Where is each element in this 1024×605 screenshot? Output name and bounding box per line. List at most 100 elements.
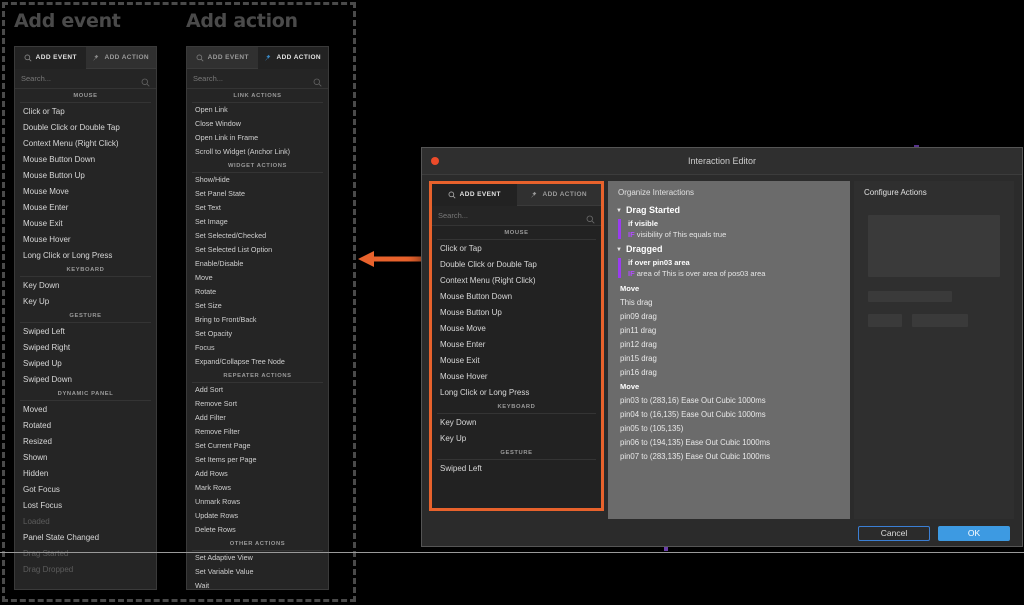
action-list-item[interactable]: Set Selected/Checked	[187, 229, 328, 243]
action-row[interactable]: pin15 drag	[614, 351, 850, 365]
tab-add-event[interactable]: ADD EVENT	[15, 47, 86, 69]
action-row[interactable]: pin05 to (105,135)	[614, 421, 850, 435]
action-list-item[interactable]: Wait	[187, 579, 328, 589]
action-list-item[interactable]: Set Adaptive View	[187, 551, 328, 565]
dialog-tab-add-action[interactable]: ADD ACTION	[516, 184, 601, 206]
action-list-item[interactable]: Show/Hide	[187, 173, 328, 187]
action-row[interactable]: pin07 to (283,135) Ease Out Cubic 1000ms	[614, 449, 850, 463]
action-list-item[interactable]: Enable/Disable	[187, 257, 328, 271]
chevron-down-icon[interactable]: ▼	[616, 208, 622, 214]
action-list-item[interactable]: Update Rows	[187, 509, 328, 523]
dialog-tab-add-event[interactable]: ADD EVENT	[432, 184, 517, 206]
dialog-event-list-item[interactable]: Mouse Exit	[432, 352, 601, 368]
tab-add-action[interactable]: ADD ACTION	[257, 47, 328, 69]
event-list-item[interactable]: Got Focus	[15, 481, 156, 497]
action-list-item[interactable]: Add Filter	[187, 411, 328, 425]
search-input[interactable]	[193, 74, 313, 83]
action-row[interactable]: pin16 drag	[614, 365, 850, 379]
event-list-item[interactable]: Swiped Up	[15, 355, 156, 371]
search-input[interactable]	[21, 74, 141, 83]
action-list-item[interactable]: Rotate	[187, 285, 328, 299]
event-list-item[interactable]: Mouse Exit	[15, 215, 156, 231]
event-list-item[interactable]: Moved	[15, 401, 156, 417]
event-list-item[interactable]: Hidden	[15, 465, 156, 481]
dialog-event-list-item[interactable]: Long Click or Long Press	[432, 384, 601, 400]
action-list-item[interactable]: Set Variable Value	[187, 565, 328, 579]
action-list-item[interactable]: Set Selected List Option	[187, 243, 328, 257]
event-list-item[interactable]: Mouse Move	[15, 183, 156, 199]
action-list-item[interactable]: Move	[187, 271, 328, 285]
event-list-item[interactable]: Swiped Right	[15, 339, 156, 355]
dialog-event-list-item[interactable]: Mouse Move	[432, 320, 601, 336]
action-list-item[interactable]: Set Size	[187, 299, 328, 313]
action-list-item[interactable]: Remove Sort	[187, 397, 328, 411]
action-list-item[interactable]: Expand/Collapse Tree Node	[187, 355, 328, 369]
action-row[interactable]: pin11 drag	[614, 323, 850, 337]
action-list-item[interactable]: Set Items per Page	[187, 453, 328, 467]
action-list-item[interactable]: Close Window	[187, 117, 328, 131]
action-list-item[interactable]: Delete Rows	[187, 523, 328, 537]
chevron-down-icon[interactable]: ▼	[616, 247, 622, 253]
event-list-item[interactable]: Mouse Button Down	[15, 151, 156, 167]
event-list-item[interactable]: Key Down	[15, 277, 156, 293]
action-list-item[interactable]: Open Link in Frame	[187, 131, 328, 145]
dialog-event-list-item[interactable]: Key Up	[432, 430, 601, 446]
event-list-item[interactable]: Key Up	[15, 293, 156, 309]
dialog-event-list-item[interactable]: Swiped Left	[432, 460, 601, 476]
action-list-item[interactable]: Set Image	[187, 215, 328, 229]
dialog-event-list-item[interactable]: Mouse Enter	[432, 336, 601, 352]
event-list-item[interactable]: Context Menu (Right Click)	[15, 135, 156, 151]
dialog-event-list-item[interactable]: Mouse Button Down	[432, 288, 601, 304]
dialog-event-list-item[interactable]: Mouse Button Up	[432, 304, 601, 320]
ok-button[interactable]: OK	[938, 525, 1010, 541]
cancel-button[interactable]: Cancel	[858, 525, 930, 541]
action-list-item[interactable]: Open Link	[187, 103, 328, 117]
condition-block[interactable]: if visible IF visibility of This equals t…	[618, 218, 850, 240]
action-row[interactable]: pin09 drag	[614, 309, 850, 323]
dialog-event-list-item[interactable]: Key Down	[432, 414, 601, 430]
dialog-event-list-item[interactable]: Click or Tap	[432, 240, 601, 256]
action-list-item[interactable]: Set Current Page	[187, 439, 328, 453]
action-list-item[interactable]: Set Panel State	[187, 187, 328, 201]
dialog-event-list-item[interactable]: Mouse Hover	[432, 368, 601, 384]
action-list-item[interactable]: Add Rows	[187, 467, 328, 481]
event-list-item[interactable]: Swiped Left	[15, 323, 156, 339]
event-list-item[interactable]: Long Click or Long Press	[15, 247, 156, 263]
search-icon[interactable]	[141, 74, 150, 87]
search-icon[interactable]	[586, 211, 595, 224]
action-row[interactable]: pin04 to (16,135) Ease Out Cubic 1000ms	[614, 407, 850, 421]
event-list-item[interactable]: Panel State Changed	[15, 529, 156, 545]
event-list-item[interactable]: Resized	[15, 433, 156, 449]
dialog-search-input[interactable]	[438, 211, 586, 220]
tab-add-event[interactable]: ADD EVENT	[187, 47, 258, 69]
dialog-event-list-item[interactable]: Context Menu (Right Click)	[432, 272, 601, 288]
action-list-item[interactable]: Unmark Rows	[187, 495, 328, 509]
action-list-item[interactable]: Bring to Front/Back	[187, 313, 328, 327]
tab-add-action[interactable]: ADD ACTION	[85, 47, 156, 69]
action-row[interactable]: pin06 to (194,135) Ease Out Cubic 1000ms	[614, 435, 850, 449]
event-list-item[interactable]: Shown	[15, 449, 156, 465]
event-list-item[interactable]: Rotated	[15, 417, 156, 433]
event-list-item[interactable]: Lost Focus	[15, 497, 156, 513]
event-list-item[interactable]: Swiped Down	[15, 371, 156, 387]
action-list-item[interactable]: Mark Rows	[187, 481, 328, 495]
action-list-item[interactable]: Set Text	[187, 201, 328, 215]
action-list-item[interactable]: Focus	[187, 341, 328, 355]
action-list-item[interactable]: Scroll to Widget (Anchor Link)	[187, 145, 328, 159]
action-row[interactable]: pin12 drag	[614, 337, 850, 351]
action-list-item[interactable]: Remove Filter	[187, 425, 328, 439]
event-list-item[interactable]: Mouse Hover	[15, 231, 156, 247]
event-list-item[interactable]: Double Click or Double Tap	[15, 119, 156, 135]
action-list-item[interactable]: Set Opacity	[187, 327, 328, 341]
dialog-event-list-item[interactable]: Double Click or Double Tap	[432, 256, 601, 272]
event-list-item[interactable]: Mouse Button Up	[15, 167, 156, 183]
event-list-item[interactable]: Click or Tap	[15, 103, 156, 119]
action-list-item[interactable]: Add Sort	[187, 383, 328, 397]
tree-event-node[interactable]: ▼ Drag Started	[614, 203, 850, 217]
action-row[interactable]: pin03 to (283,16) Ease Out Cubic 1000ms	[614, 393, 850, 407]
condition-block[interactable]: if over pin03 area IF area of This is ove…	[618, 257, 850, 279]
action-row[interactable]: This drag	[614, 295, 850, 309]
tree-event-node[interactable]: ▼ Dragged	[614, 242, 850, 256]
search-icon[interactable]	[313, 74, 322, 87]
event-list-item[interactable]: Mouse Enter	[15, 199, 156, 215]
